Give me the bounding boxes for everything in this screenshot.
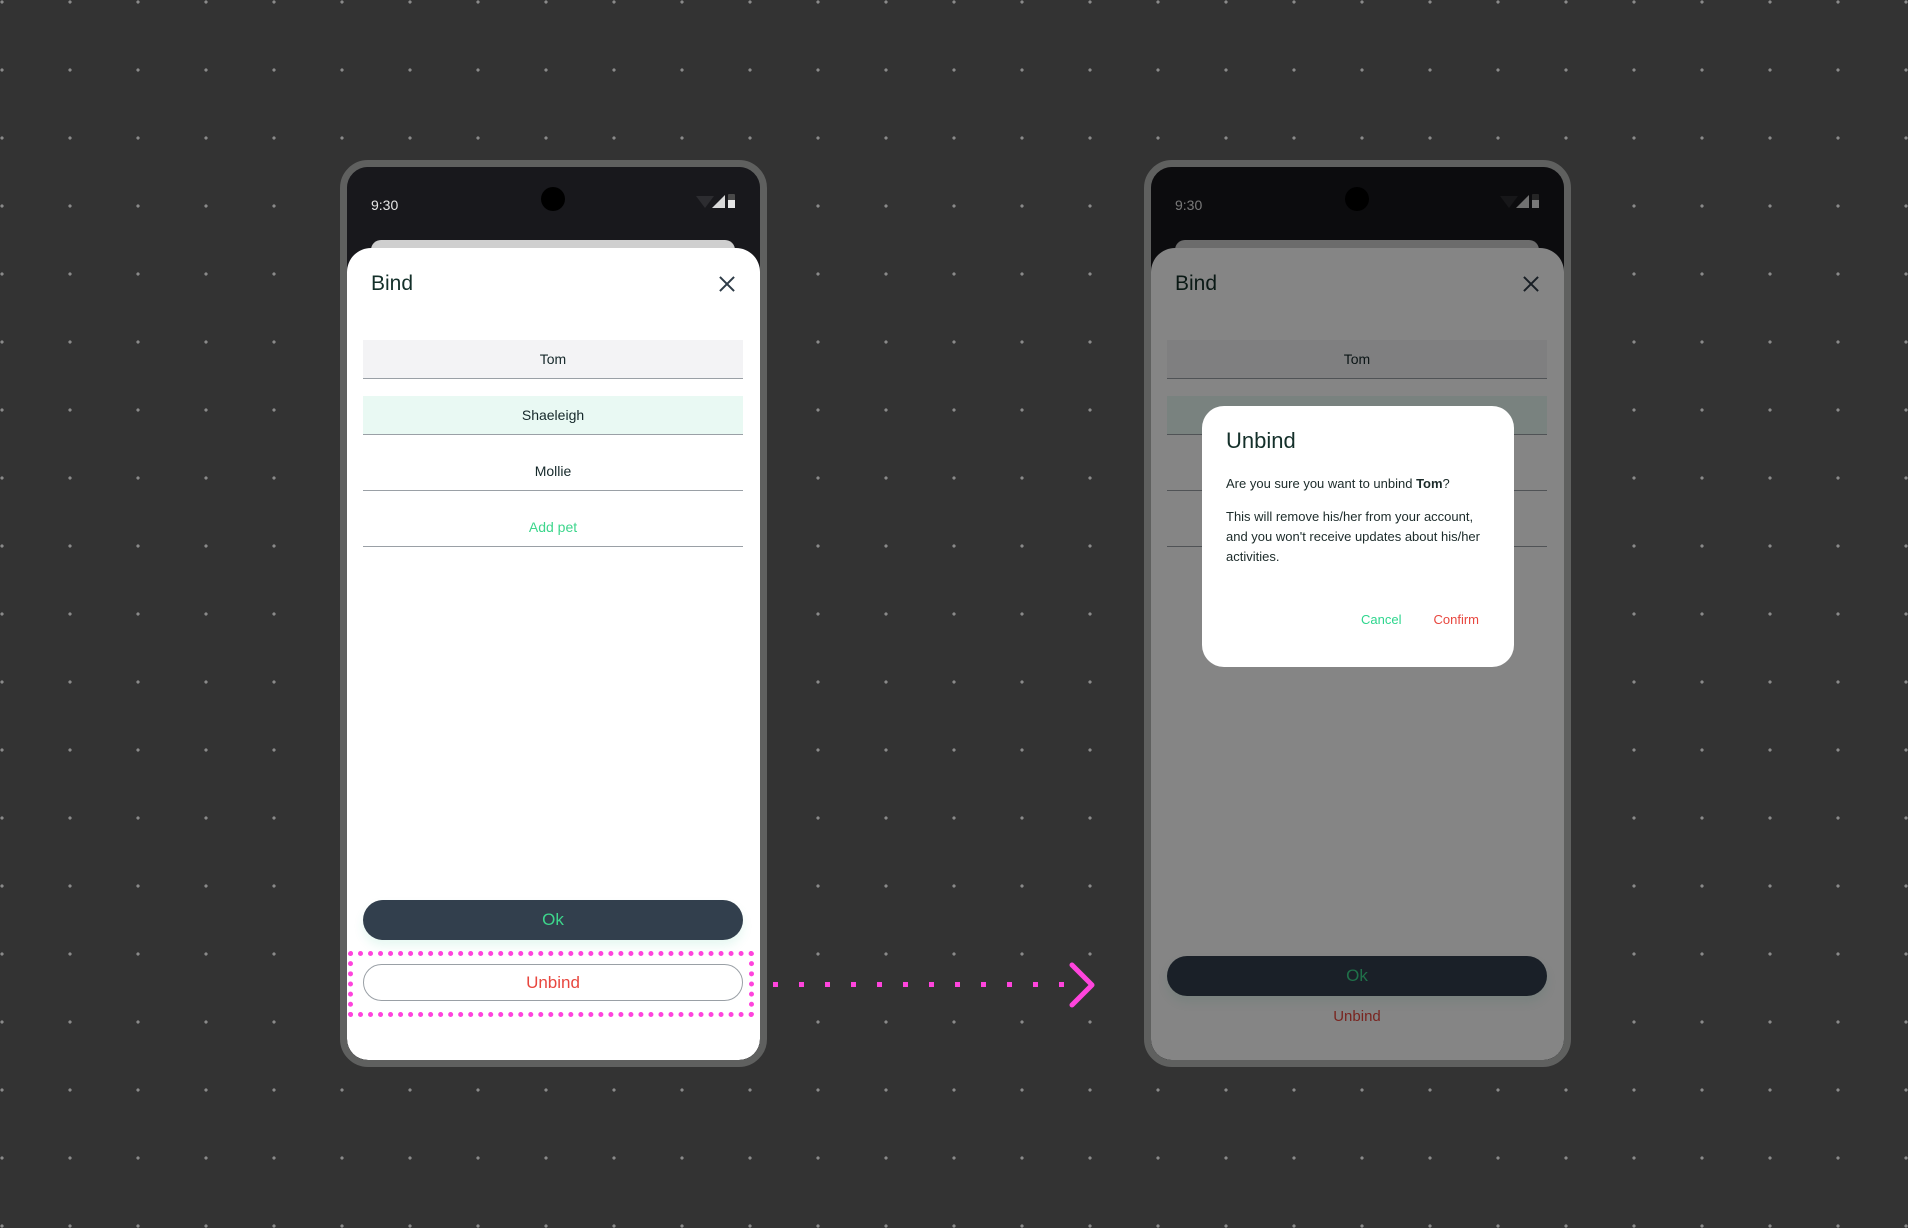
pet-list: Tom Shaeleigh Mollie Add pet (363, 340, 743, 564)
unbind-highlight-annotation (348, 951, 754, 1017)
unbind-dialog: Unbind Are you sure you want to unbind T… (1202, 406, 1514, 667)
phone-screen: 9:30 Bind Tom Shaeleigh Mollie Add pet O… (347, 167, 760, 1060)
status-icons (696, 194, 740, 211)
battery-icon (728, 194, 735, 208)
flow-arrow-icon (1069, 962, 1095, 1008)
phone-frame-bind-sheet: 9:30 Bind Tom Shaeleigh Mollie Add pet O… (340, 160, 767, 1067)
phone-screen: 9:30 Bind Tom Shaeleigh Mollie Add pet O… (1151, 167, 1564, 1060)
dialog-message: This will remove his/her from your accou… (1226, 509, 1480, 564)
cancel-button[interactable]: Cancel (1361, 612, 1401, 627)
dialog-actions: Cancel Confirm (1361, 612, 1479, 627)
flow-arrow-line (773, 982, 1067, 987)
dialog-question: Are you sure you want to unbind Tom? (1226, 474, 1490, 494)
confirm-button[interactable]: Confirm (1433, 612, 1479, 627)
bind-sheet: Bind Tom Shaeleigh Mollie Add pet Ok Unb… (347, 248, 760, 1060)
sheet-title: Bind (371, 272, 414, 295)
cell-signal-icon (712, 195, 725, 208)
question-suffix: ? (1442, 476, 1450, 491)
add-pet-button[interactable]: Add pet (363, 508, 743, 547)
pet-row-tom[interactable]: Tom (363, 340, 743, 379)
camera-cutout (541, 187, 565, 211)
phone-frame-unbind-dialog: 9:30 Bind Tom Shaeleigh Mollie Add pet O… (1144, 160, 1571, 1067)
ok-button[interactable]: Ok (363, 900, 743, 940)
close-icon[interactable] (716, 273, 738, 295)
dialog-body: Are you sure you want to unbind Tom? Thi… (1226, 474, 1490, 567)
pet-row-shaeleigh[interactable]: Shaeleigh (363, 396, 743, 435)
dialog-title: Unbind (1226, 428, 1296, 453)
question-prefix: Are you sure you want to unbind (1226, 476, 1417, 491)
status-time: 9:30 (371, 197, 399, 213)
pet-row-mollie[interactable]: Mollie (363, 452, 743, 491)
pet-name: Tom (1416, 476, 1443, 491)
